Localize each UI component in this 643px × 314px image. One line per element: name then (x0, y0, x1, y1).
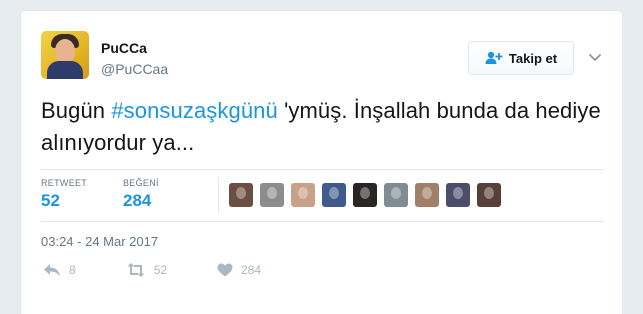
reply-action[interactable]: 8 (43, 263, 76, 277)
tweet-timestamp[interactable]: 03:24 - 24 Mar 2017 (41, 234, 158, 249)
retweet-icon (126, 263, 146, 277)
like-stat[interactable]: BEĞENİ 284 (123, 178, 159, 211)
liker-avatar[interactable] (415, 183, 439, 207)
add-user-icon (485, 51, 503, 65)
liker-avatar[interactable] (477, 183, 501, 207)
retweet-stat-count: 52 (41, 191, 60, 210)
chevron-down-icon[interactable] (587, 49, 603, 65)
like-action-count: 284 (241, 263, 262, 277)
stats-bottom-divider (41, 221, 604, 222)
liker-avatar[interactable] (322, 183, 346, 207)
author-avatar[interactable] (41, 31, 89, 79)
retweet-action[interactable]: 52 (126, 263, 167, 277)
avatar-face (55, 39, 75, 63)
liker-avatar[interactable] (446, 183, 470, 207)
tweet-card: PuCCa @PuCCaa Takip et Bugün #sonsuzaşkg… (20, 10, 623, 314)
tweet-actions: 8 52 284 (43, 263, 311, 277)
stats-separator (218, 177, 219, 213)
follow-button[interactable]: Takip et (468, 41, 574, 75)
liker-avatar[interactable] (353, 183, 377, 207)
like-action[interactable]: 284 (217, 263, 261, 277)
hashtag-link[interactable]: #sonsuzaşkgünü (111, 98, 278, 123)
liker-avatar[interactable] (384, 183, 408, 207)
tweet-text-before: Bugün (41, 98, 112, 123)
likers-avatars (229, 183, 501, 207)
liker-avatar[interactable] (260, 183, 284, 207)
like-stat-label: BEĞENİ (123, 178, 159, 188)
liker-avatar[interactable] (291, 183, 315, 207)
liker-avatar[interactable] (229, 183, 253, 207)
reply-count: 8 (69, 263, 76, 277)
heart-icon (217, 263, 233, 277)
retweet-stat[interactable]: RETWEET 52 (41, 178, 87, 211)
follow-button-label: Takip et (508, 50, 558, 66)
tweet-text: Bugün #sonsuzaşkgünü 'ymüş. İnşallah bun… (41, 95, 601, 159)
author-handle[interactable]: @PuCCaa (101, 61, 168, 77)
retweet-action-count: 52 (153, 263, 168, 277)
reply-icon (43, 263, 61, 277)
retweet-stat-label: RETWEET (41, 178, 88, 188)
like-stat-count: 284 (123, 191, 152, 210)
avatar-body (47, 61, 83, 79)
stats-top-divider (41, 169, 604, 170)
author-name[interactable]: PuCCa (101, 40, 147, 56)
